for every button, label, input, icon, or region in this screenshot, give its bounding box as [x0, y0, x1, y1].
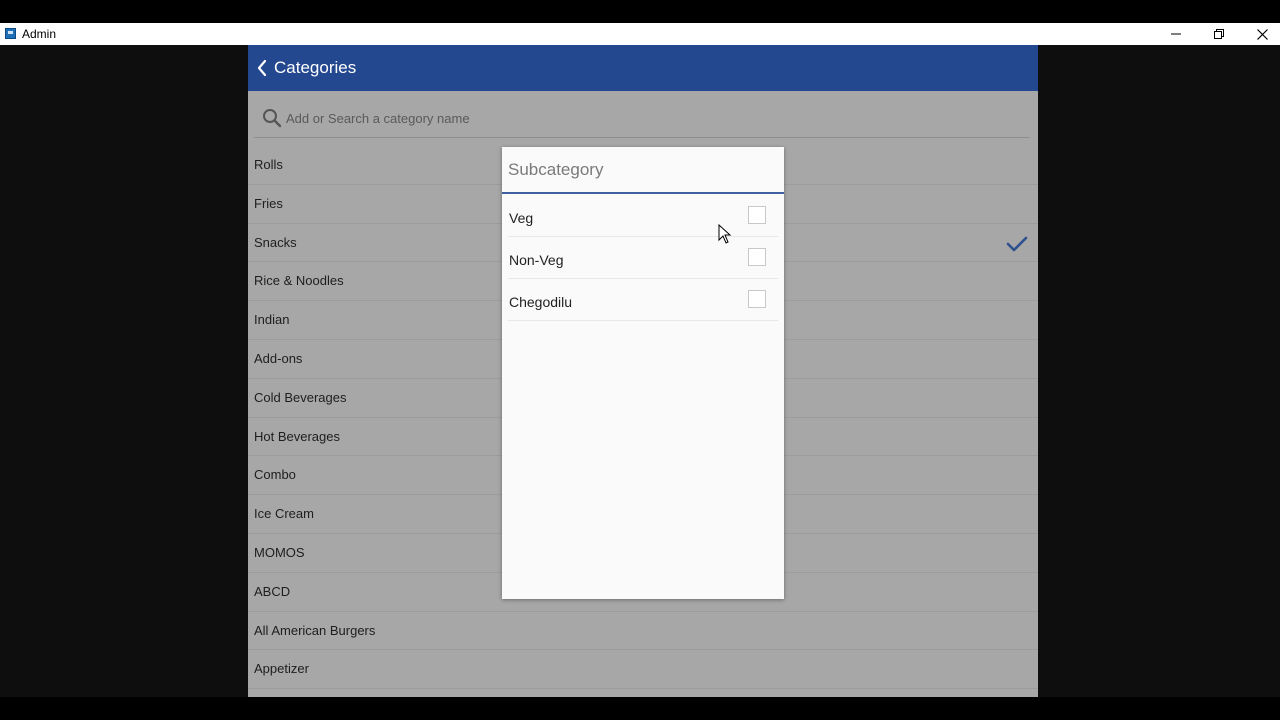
category-label: Rolls	[254, 157, 283, 172]
minimize-icon	[1171, 33, 1181, 35]
category-label: Appetizer	[254, 661, 309, 677]
subcategory-checkbox[interactable]	[748, 206, 766, 224]
category-label: All American Burgers	[254, 622, 376, 638]
subcategory-label: Chegodilu	[509, 294, 573, 310]
category-row[interactable]: Appetizer	[248, 650, 1038, 690]
subcategory-checkbox[interactable]	[748, 248, 766, 266]
close-icon	[1256, 28, 1268, 40]
category-row[interactable]: All American Burgers	[248, 612, 1038, 651]
bottom-letterbox	[0, 697, 1280, 720]
top-letterbox	[0, 0, 1280, 23]
category-label: ABCD	[254, 583, 291, 599]
subcategory-label: Non-Veg	[509, 252, 564, 268]
category-label: Cold Beverages	[254, 389, 347, 405]
restore-button[interactable]	[1197, 23, 1241, 45]
subcategory-row[interactable]: Non-Veg	[508, 237, 778, 279]
search-bar	[254, 99, 1030, 138]
subcategory-row[interactable]: Chegodilu	[508, 279, 778, 321]
close-button[interactable]	[1240, 23, 1280, 45]
subcategory-checkbox[interactable]	[748, 290, 766, 308]
category-label: Combo	[254, 467, 296, 483]
search-input[interactable]	[284, 107, 988, 129]
minimize-button[interactable]	[1154, 23, 1198, 45]
subcategory-row[interactable]: Veg	[508, 195, 778, 237]
subcategory-label: Veg	[509, 210, 534, 226]
category-label: Add-ons	[254, 350, 303, 366]
page-title: Categories	[274, 58, 357, 77]
category-label: Indian	[254, 312, 290, 328]
subcategory-list: Veg Non-Veg Chegodilu	[502, 195, 784, 321]
back-button[interactable]: Categories	[256, 54, 356, 82]
category-label: Snacks	[254, 234, 297, 250]
subcategory-panel: Subcategory Veg Non-Veg Chegodilu	[502, 147, 784, 599]
subcategory-header: Subcategory	[502, 147, 784, 194]
search-icon	[262, 108, 282, 133]
app-icon	[5, 28, 16, 39]
restore-icon	[1214, 29, 1224, 39]
chevron-left-icon	[256, 58, 272, 78]
window-title: Admin	[22, 27, 57, 41]
checkmark-icon	[1006, 235, 1028, 258]
category-label: Rice & Noodles	[254, 273, 344, 289]
category-label: MOMOS	[254, 544, 305, 560]
window-titlebar: Admin	[0, 23, 1280, 45]
category-label: Hot Beverages	[254, 428, 340, 444]
category-label: Fries	[254, 195, 283, 211]
app-header: Categories	[248, 45, 1038, 91]
subcategory-title: Subcategory	[508, 160, 604, 179]
category-label: Ice Cream	[254, 506, 314, 522]
